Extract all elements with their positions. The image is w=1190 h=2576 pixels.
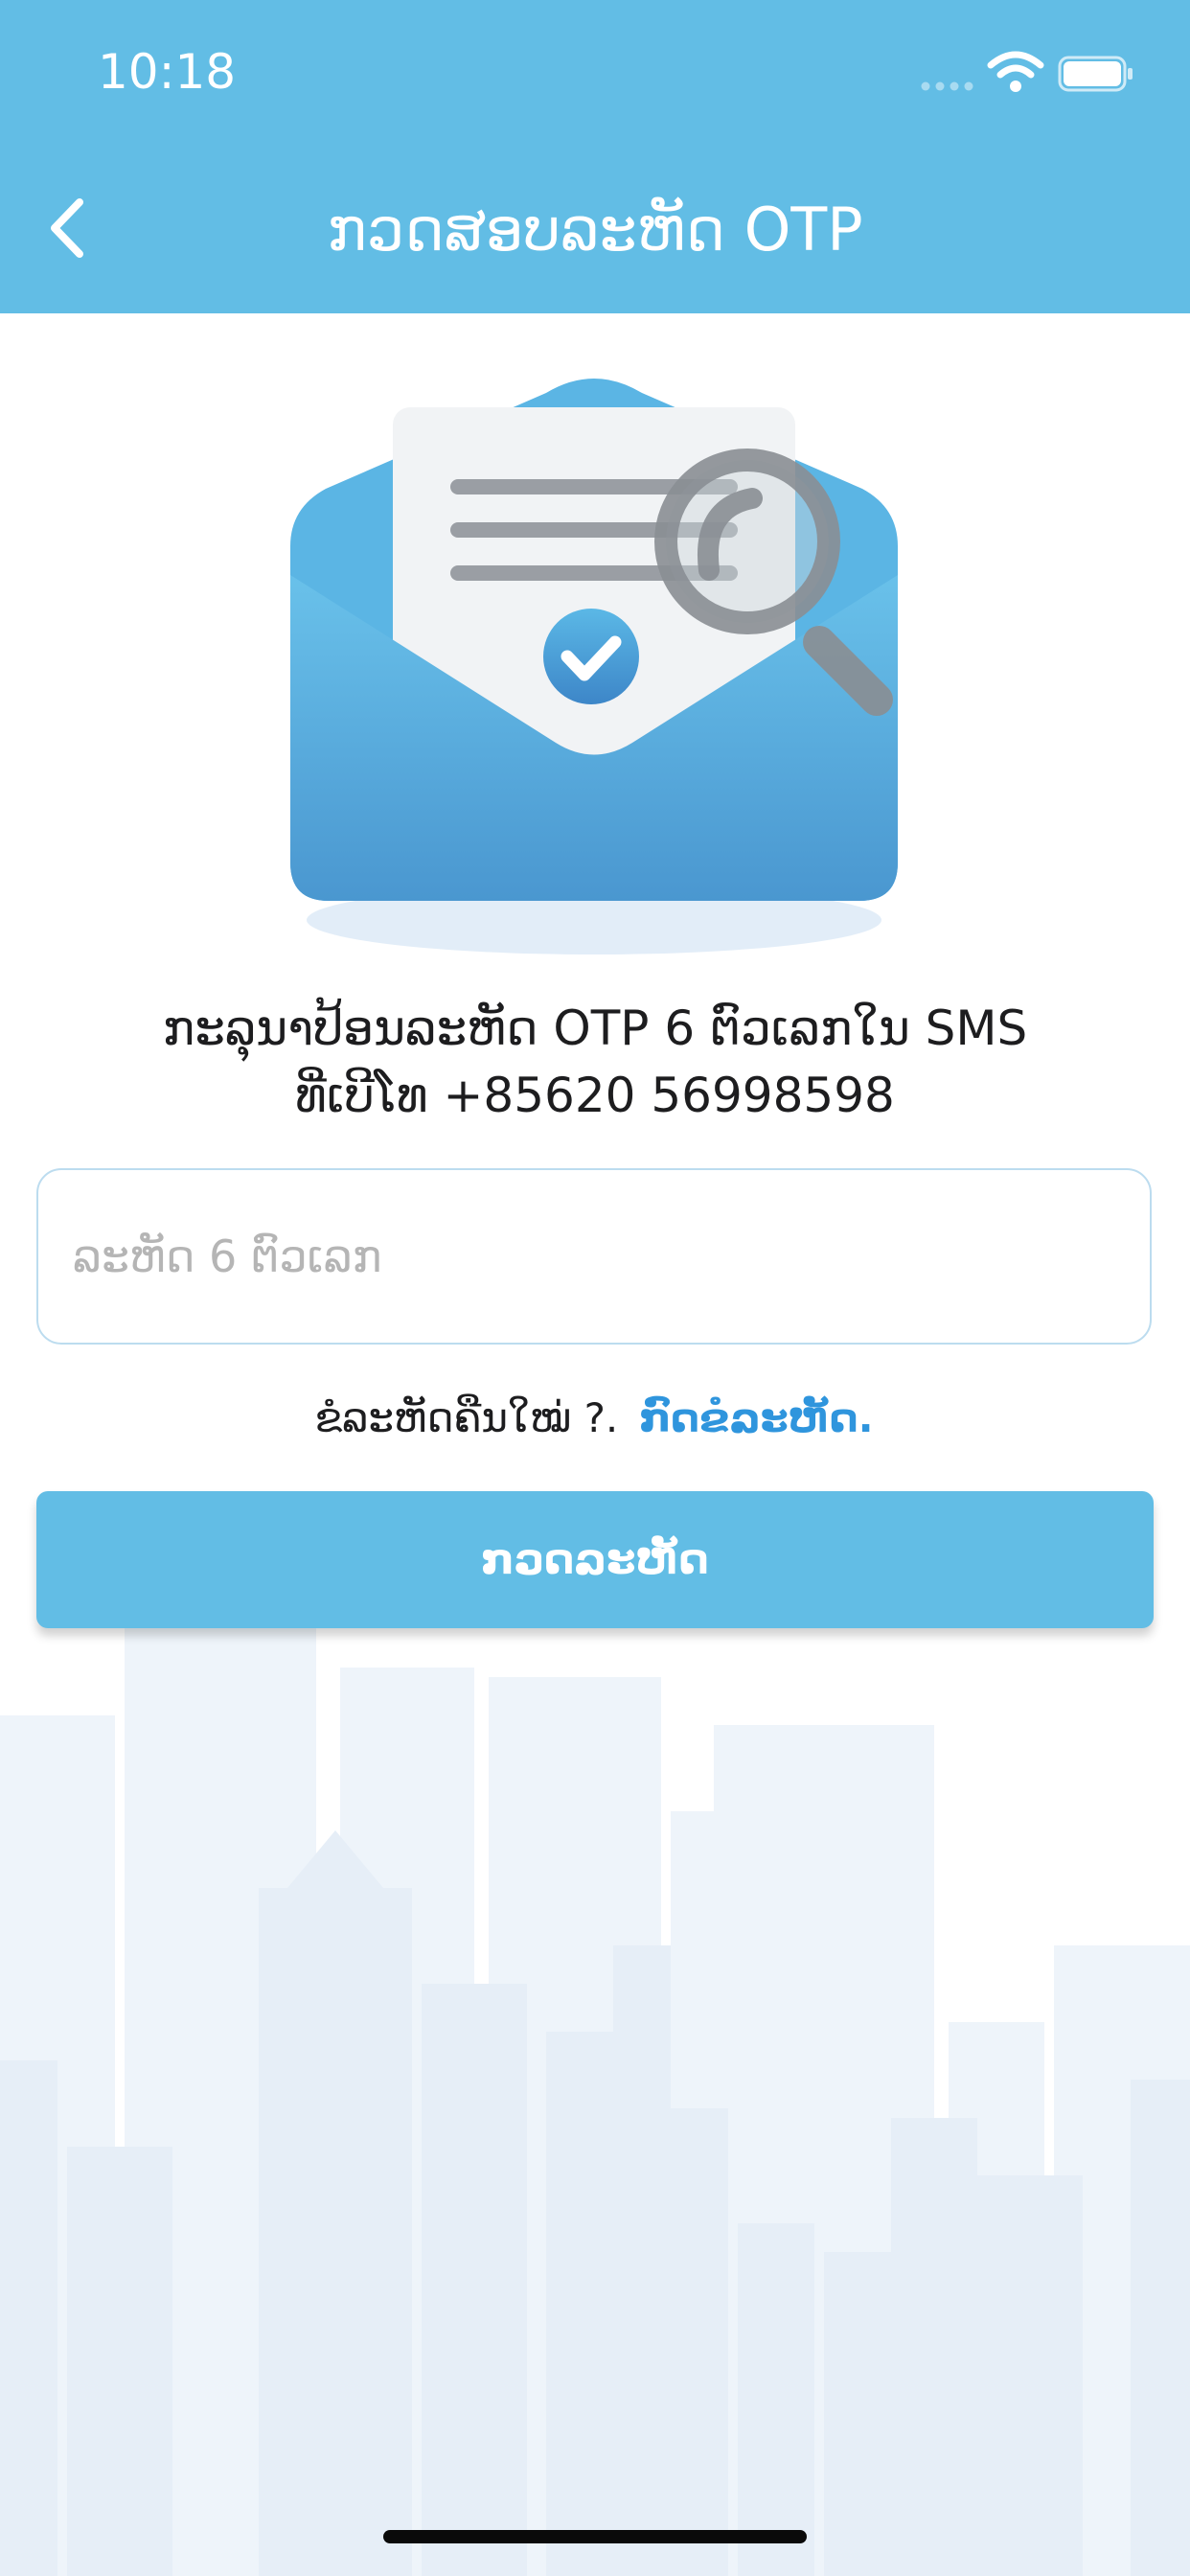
app-header: 10:18 ກວດສອບລະຫັດ OTP bbox=[0, 0, 1190, 313]
verify-code-button[interactable]: ກວດລະຫັດ bbox=[36, 1491, 1154, 1628]
resend-code-link[interactable]: ກົດຂໍລະຫັດ. bbox=[639, 1394, 873, 1441]
wifi-icon bbox=[987, 51, 1044, 92]
status-bar-time: 10:18 bbox=[98, 44, 237, 100]
otp-code-input[interactable] bbox=[38, 1170, 1150, 1343]
envelope-document-check-magnifier-icon bbox=[290, 379, 898, 954]
city-skyline-background bbox=[0, 1581, 1190, 2576]
resend-question-text: ຂໍລະຫັດຄືນໃໝ່ ?. bbox=[314, 1394, 619, 1441]
otp-input-container bbox=[36, 1168, 1152, 1345]
instruction-line-2: ທີ່ເບີໂທ +85620 56998598 bbox=[295, 1068, 895, 1123]
resend-code-row: ຂໍລະຫັດຄືນໃໝ່ ?. ກົດຂໍລະຫັດ. bbox=[36, 1388, 1152, 1449]
home-indicator bbox=[383, 2530, 807, 2543]
instruction-line-1: ກະລຸນາປ້ອນລະຫັດ OTP 6 ຕົວເລກໃນ SMS bbox=[162, 1000, 1028, 1056]
page-title: ກວດສອບລະຫັດ OTP bbox=[327, 195, 863, 264]
back-button[interactable] bbox=[29, 188, 105, 268]
otp-instruction: ກະລຸນາປ້ອນລະຫັດ OTP 6 ຕົວເລກໃນ SMS ທີ່ເບ… bbox=[38, 995, 1152, 1129]
chevron-left-icon bbox=[51, 198, 83, 258]
battery-icon bbox=[1058, 56, 1133, 92]
cellular-signal-icon bbox=[921, 81, 973, 91]
